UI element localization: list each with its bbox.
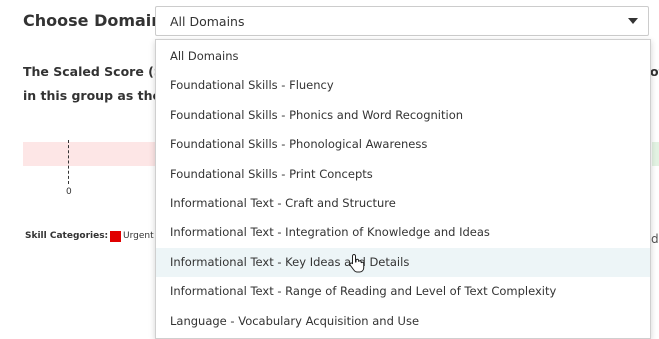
dropdown-option[interactable]: All Domains [156,42,650,71]
zero-marker-line [68,140,69,184]
description-line-1-right: of [650,64,659,79]
dropdown-option[interactable]: Foundational Skills - Phonics and Word R… [156,101,650,130]
domain-select-value: All Domains [170,14,245,29]
domain-dropdown-list[interactable]: All Domains Foundational Skills - Fluency… [155,39,651,339]
hand-pointer-icon [349,253,365,273]
skill-categories-label: Skill Categories: [25,231,109,241]
chevron-down-icon [628,18,638,24]
dropdown-option[interactable]: Informational Text - Range of Reading an… [156,277,650,306]
choose-domain-label: Choose Domain [23,11,163,30]
dropdown-option[interactable]: Foundational Skills - Fluency [156,71,650,100]
urgent-legend-label: Urgent [123,231,154,241]
dropdown-option[interactable]: Informational Text - Integration of Know… [156,218,650,247]
dropdown-option[interactable]: Foundational Skills - Print Concepts [156,160,650,189]
dropdown-option[interactable]: Informational Text - Craft and Structure [156,189,650,218]
legend-right-fragment: d [651,232,659,246]
dropdown-option[interactable]: Informational Text - Key Ideas and Detai… [156,247,650,277]
urgent-range-bar [23,142,163,166]
urgent-swatch [110,231,121,242]
dropdown-option[interactable]: Foundational Skills - Phonological Aware… [156,130,650,159]
axis-zero-label: 0 [66,187,72,197]
dropdown-option[interactable]: Language - Vocabulary Acquisition and Us… [156,307,650,336]
domain-select[interactable]: All Domains [155,6,649,36]
green-range-bar [652,142,659,166]
description-line-1: The Scaled Score (SS) [23,64,178,79]
